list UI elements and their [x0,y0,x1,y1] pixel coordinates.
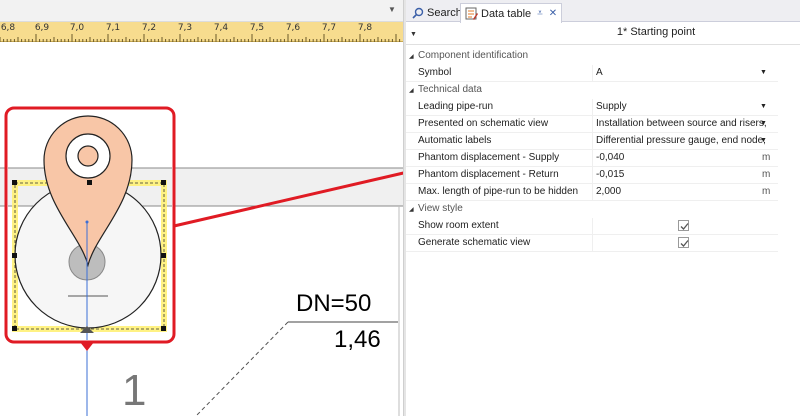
tab-data-table[interactable]: Data table ⩡ ✕ [460,3,563,23]
canvas-toolbar-strip: ▼ [0,0,403,22]
ruler-tick-label: 7,7 [321,23,337,33]
ruler-tick-label: 7,0 [69,23,85,33]
ruler-tick-label: 7,3 [177,23,193,33]
dropdown-arrow-icon[interactable]: ▼ [760,69,767,76]
node-number-label: 1 [122,366,147,415]
search-icon [412,7,424,19]
tab-search[interactable]: Search [408,3,466,22]
category-component-identification[interactable]: ◢ Component identification [406,48,778,65]
property-row-symbol[interactable]: Symbol A ▼ [406,65,778,82]
dimension-leader [195,321,289,416]
symbol-value[interactable]: A [596,67,766,78]
selected-object-title: 1* Starting point [616,26,696,38]
property-row-generate-schematic[interactable]: Generate schematic view [406,235,778,252]
ruler-tick-label: 7,2 [141,23,157,33]
pipe-dimension-label: DN=50 [296,290,372,317]
app-window: ▼ 6,8 6,9 7,0 7,1 7,2 7,3 7,4 7,5 7,6 7,… [0,0,800,416]
checkmark-icon [680,240,689,247]
property-row-phantom-return[interactable]: Phantom displacement - Return -0,015 m [406,167,778,184]
unit-label: m [762,152,771,163]
ruler-tick-label: 6,9 [34,23,50,33]
horizontal-ruler: 6,8 6,9 7,0 7,1 7,2 7,3 7,4 7,5 7,6 7,7 … [0,22,403,42]
ruler-tick-label: 7,6 [285,23,301,33]
ruler-tick-label: 7,5 [249,23,265,33]
max-length-value[interactable]: 2,000 [596,186,766,197]
phantom-supply-value[interactable]: -0,040 [596,152,766,163]
unit-label: m [762,186,771,197]
leading-pipe-run-value[interactable]: Supply [596,101,766,112]
presented-on-schematic-value[interactable]: Installation between source and risers, [596,118,766,129]
dropdown-arrow-icon[interactable]: ▼ [760,137,767,144]
generate-schematic-checkbox[interactable] [678,237,689,248]
dropdown-arrow-icon[interactable]: ▼ [760,120,767,127]
checkmark-icon [680,223,689,230]
dropdown-arrow-icon[interactable]: ▼ [388,5,396,14]
category-technical-data[interactable]: ◢ Technical data [406,82,778,99]
automatic-labels-value[interactable]: Differential pressure gauge, end node, [596,135,766,146]
panel-tab-strip: Search Data table ⩡ ✕ [406,0,800,23]
unit-label: m [762,169,771,180]
property-row-automatic-labels[interactable]: Automatic labels Differential pressure g… [406,133,778,150]
dropdown-arrow-icon[interactable]: ▼ [760,103,767,110]
collapse-triangle-icon[interactable]: ◢ [409,87,414,94]
data-table-panel: Search Data table ⩡ ✕ ▼ 1* Starting poin… [406,0,800,416]
property-grid: ◢ Component identification Symbol A ▼ ◢ … [406,48,778,252]
collapse-triangle-icon[interactable]: ◢ [409,53,414,60]
pin-icon[interactable]: ⩡ [537,8,543,19]
property-grid-scrollbar[interactable] [778,48,800,416]
property-row-leading-pipe-run[interactable]: Leading pipe-run Supply ▼ [406,99,778,116]
ruler-tick-label: 7,1 [105,23,121,33]
ruler-tick-label: 7,8 [357,23,373,33]
tab-search-label: Search [427,6,462,19]
collapse-triangle-icon[interactable]: ◢ [409,206,414,213]
property-row-presented-on-schematic[interactable]: Presented on schematic view Installation… [406,116,778,133]
property-row-phantom-supply[interactable]: Phantom displacement - Supply -0,040 m [406,150,778,167]
drawing-graphics [0,167,403,416]
property-row-show-room-extent[interactable]: Show room extent [406,218,778,235]
phantom-return-value[interactable]: -0,015 [596,169,766,180]
close-icon[interactable]: ✕ [549,8,557,19]
chevron-down-icon[interactable]: ▼ [410,31,417,38]
data-table-icon [465,7,478,20]
room-band [0,168,403,206]
table-header: ▼ 1* Starting point [406,22,800,45]
drawing-canvas[interactable]: ▼ 6,8 6,9 7,0 7,1 7,2 7,3 7,4 7,5 7,6 7,… [0,0,403,416]
tab-data-table-label: Data table [481,7,532,20]
pipe-length-label: 1,46 [334,326,381,353]
show-room-extent-checkbox[interactable] [678,220,689,231]
ruler-tick-label: 6,8 [0,23,16,33]
ruler-tick-label: 7,4 [213,23,229,33]
node-marker-icon [80,342,94,350]
category-view-style[interactable]: ◢ View style [406,201,778,218]
property-row-max-length[interactable]: Max. length of pipe-run to be hidden 2,0… [406,184,778,201]
